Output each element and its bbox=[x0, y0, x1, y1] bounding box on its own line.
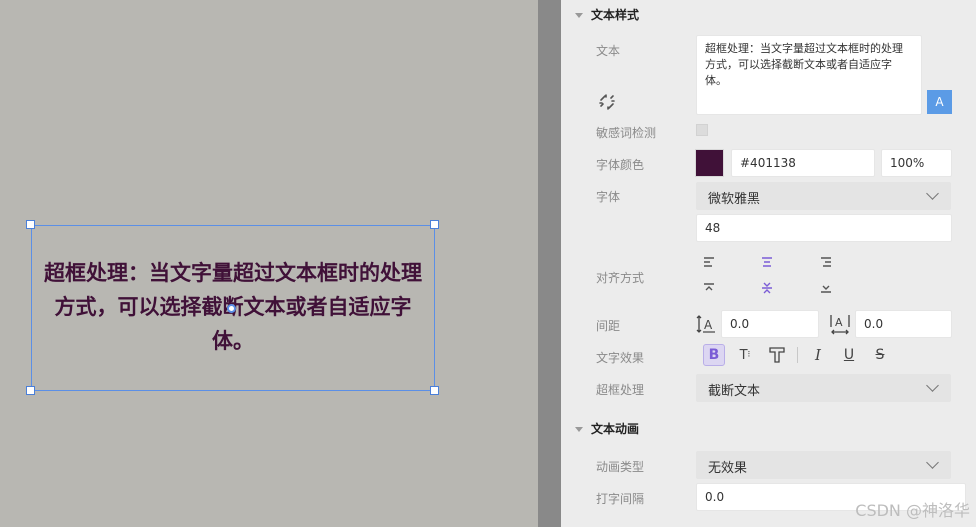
overflow-label: 超框处理 bbox=[596, 383, 645, 397]
collapse-arrow-icon bbox=[575, 427, 583, 432]
sensitive-word-checkbox[interactable] bbox=[696, 124, 708, 136]
ai-button-label: A bbox=[935, 95, 944, 109]
color-hex-value: #401138 bbox=[740, 156, 796, 170]
watermark: CSDN @神洛华 bbox=[855, 501, 970, 520]
section-text-animation[interactable]: 文本动画 bbox=[575, 420, 639, 437]
svg-text:A: A bbox=[704, 318, 713, 332]
animation-type-label: 动画类型 bbox=[596, 460, 645, 474]
text-effects-label: 文字效果 bbox=[596, 351, 645, 365]
text-size-toggle-icon[interactable]: T ⁝ bbox=[734, 344, 756, 366]
align-top-icon[interactable] bbox=[701, 280, 717, 296]
effects-divider bbox=[797, 347, 798, 363]
font-family-select[interactable]: 微软雅黑 bbox=[696, 182, 951, 210]
bold-icon[interactable]: B bbox=[703, 344, 725, 366]
italic-icon[interactable]: I bbox=[807, 344, 829, 366]
spacing-label: 间距 bbox=[596, 319, 621, 333]
text-label: 文本 bbox=[596, 44, 621, 58]
align-bottom-icon[interactable] bbox=[818, 280, 834, 296]
align-right-icon[interactable] bbox=[818, 254, 834, 270]
overflow-select[interactable]: 截断文本 bbox=[696, 374, 951, 402]
align-middle-icon[interactable] bbox=[759, 280, 775, 296]
opacity-value: 100% bbox=[890, 156, 925, 170]
opacity-input[interactable]: 100% bbox=[881, 149, 952, 177]
resize-handle-bottom-left[interactable] bbox=[26, 386, 35, 395]
panel-splitter[interactable] bbox=[538, 0, 561, 527]
overflow-value: 截断文本 bbox=[708, 384, 761, 399]
line-spacing-value: 0.0 bbox=[730, 317, 750, 331]
font-size-value: 48 bbox=[705, 221, 721, 235]
align-center-icon[interactable] bbox=[759, 254, 775, 270]
text-content-value: 超框处理：当文字量超过文本框时的处理方式，可以选择截断文本或者自适应字体。 bbox=[705, 42, 903, 87]
font-color-label: 字体颜色 bbox=[596, 158, 645, 172]
align-label: 对齐方式 bbox=[596, 271, 645, 285]
align-left-icon[interactable] bbox=[701, 254, 717, 270]
chevron-down-icon bbox=[926, 379, 939, 392]
line-height-icon: A bbox=[695, 313, 717, 335]
property-panel: 文本样式 文本 超框处理：当文字量超过文本框时的处理方式，可以选择截断文本或者自… bbox=[561, 0, 976, 527]
move-handle[interactable] bbox=[227, 304, 236, 313]
typing-interval-value: 0.0 bbox=[705, 490, 725, 504]
underline-icon[interactable]: U bbox=[838, 344, 860, 366]
chevron-down-icon bbox=[926, 456, 939, 469]
section-title: 文本样式 bbox=[591, 8, 640, 22]
animation-type-value: 无效果 bbox=[708, 461, 748, 476]
font-label: 字体 bbox=[596, 190, 621, 204]
chevron-down-icon bbox=[926, 187, 939, 200]
strikethrough-icon[interactable]: S bbox=[869, 344, 891, 366]
unlink-icon[interactable] bbox=[597, 92, 617, 112]
color-hex-input[interactable]: #401138 bbox=[731, 149, 875, 177]
letter-spacing-icon: A bbox=[828, 312, 852, 336]
canvas[interactable]: 超框处理：当文字量超过文本框时的处理方式，可以选择截断文本或者自适应字体。 bbox=[0, 0, 538, 527]
font-family-value: 微软雅黑 bbox=[708, 192, 761, 207]
text-content-input[interactable]: 超框处理：当文字量超过文本框时的处理方式，可以选择截断文本或者自适应字体。 bbox=[696, 35, 922, 115]
svg-text:A: A bbox=[835, 316, 843, 329]
animation-type-select[interactable]: 无效果 bbox=[696, 451, 951, 479]
resize-handle-top-right[interactable] bbox=[430, 220, 439, 229]
color-swatch[interactable] bbox=[695, 149, 724, 177]
typing-interval-label: 打字间隔 bbox=[596, 492, 645, 506]
section-title: 文本动画 bbox=[591, 422, 640, 436]
line-spacing-input[interactable]: 0.0 bbox=[721, 310, 819, 338]
collapse-arrow-icon bbox=[575, 13, 583, 18]
letter-spacing-value: 0.0 bbox=[864, 317, 884, 331]
sensitive-word-label: 敏感词检测 bbox=[596, 126, 657, 140]
outline-text-icon[interactable] bbox=[766, 344, 788, 366]
letter-spacing-input[interactable]: 0.0 bbox=[855, 310, 952, 338]
section-text-style[interactable]: 文本样式 bbox=[575, 6, 639, 23]
resize-handle-bottom-right[interactable] bbox=[430, 386, 439, 395]
font-size-input[interactable]: 48 bbox=[696, 214, 952, 242]
resize-handle-top-left[interactable] bbox=[26, 220, 35, 229]
ai-text-button[interactable]: A bbox=[927, 90, 952, 114]
